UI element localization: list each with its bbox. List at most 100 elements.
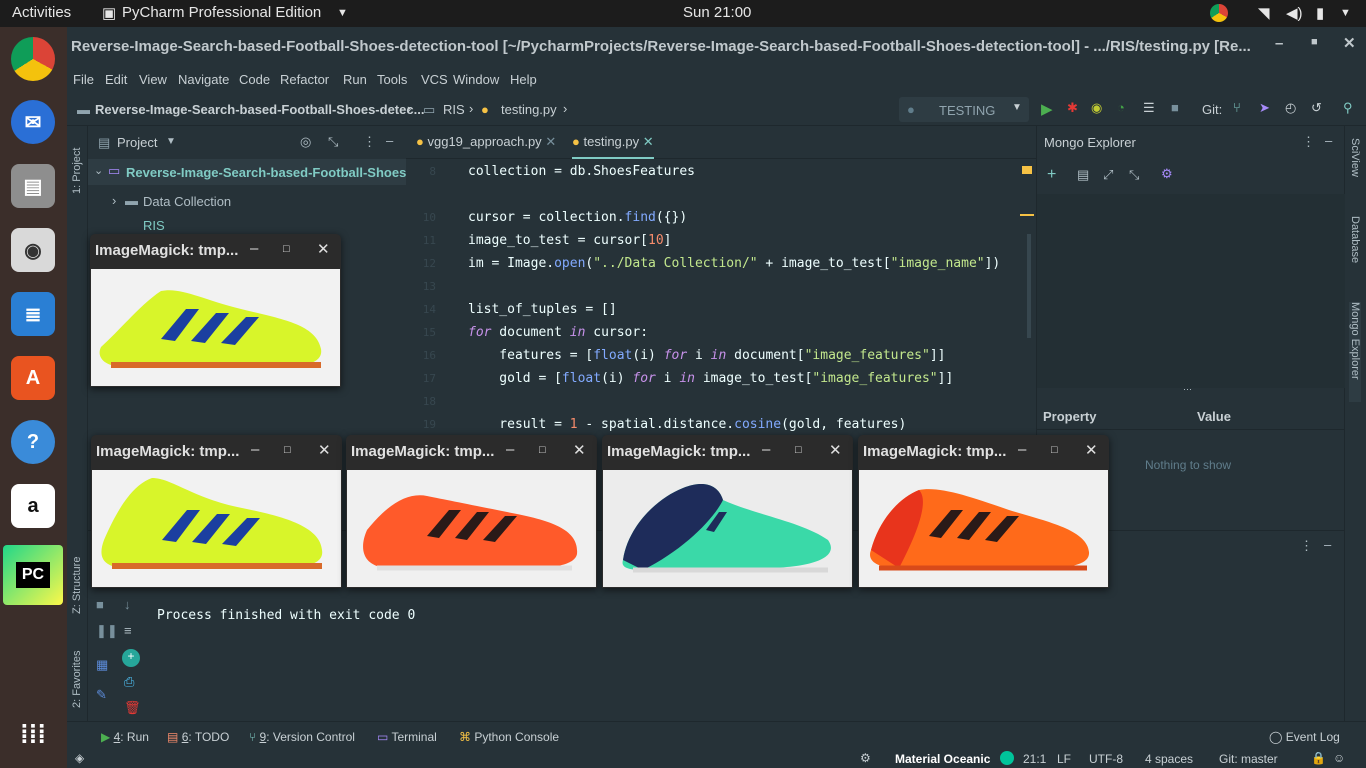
tree-root-row[interactable]: ⌄ ▭ Reverse-Image-Search-based-Football-…: [88, 159, 406, 185]
pause-icon[interactable]: ❚❚: [96, 623, 118, 639]
close-tab-icon[interactable]: ✕: [545, 134, 556, 149]
rhythmbox-icon[interactable]: ◉: [11, 228, 55, 272]
hide-panel-icon[interactable]: –: [386, 133, 393, 148]
inspector-icon[interactable]: ☺: [1333, 751, 1345, 765]
menu-refactor[interactable]: Refactor: [280, 72, 329, 87]
close-icon[interactable]: ✕: [1343, 34, 1356, 52]
encoding[interactable]: UTF-8: [1089, 752, 1123, 766]
close-icon[interactable]: ✕: [829, 441, 842, 459]
revert-icon[interactable]: ↺: [1311, 100, 1322, 116]
wifi-icon[interactable]: ◥: [1258, 4, 1270, 22]
menu-help[interactable]: Help: [510, 72, 537, 87]
coverage-icon[interactable]: ◉: [1091, 100, 1102, 116]
indent-setting[interactable]: 4 spaces: [1145, 752, 1193, 766]
minimize-icon[interactable]: –: [506, 441, 514, 458]
add-icon[interactable]: +: [1047, 166, 1056, 184]
maximize-icon[interactable]: □: [1051, 444, 1058, 456]
warning-marker[interactable]: [1022, 166, 1032, 174]
tab-vgg19[interactable]: ● vgg19_approach.py ✕: [416, 134, 556, 150]
collection-icon[interactable]: ▤: [1077, 167, 1089, 183]
scroll-to-end-icon[interactable]: ↓: [124, 597, 131, 612]
minimize-icon[interactable]: –: [762, 441, 770, 458]
volume-icon[interactable]: ◀): [1286, 4, 1303, 22]
todo-tab[interactable]: ▤ 6: TODO: [167, 730, 229, 744]
writer-icon[interactable]: ≣: [11, 292, 55, 336]
event-log[interactable]: ◯ Event Log: [1269, 730, 1340, 744]
concurrency-icon[interactable]: ☰: [1143, 100, 1155, 116]
pycharm-icon[interactable]: PC: [3, 545, 63, 605]
imagemagick-window[interactable]: ImageMagick: tmp... – □ ✕: [90, 234, 341, 387]
minimize-icon[interactable]: –: [250, 240, 258, 257]
imagemagick-window[interactable]: ImageMagick: tmp... – □ ✕: [346, 435, 597, 588]
clock[interactable]: Sun 21:00: [683, 4, 751, 21]
battery-icon[interactable]: ▮: [1316, 4, 1324, 22]
project-tool-button[interactable]: 1: Project: [71, 134, 83, 194]
maximize-icon[interactable]: □: [283, 243, 290, 255]
thunderbird-icon[interactable]: ✉: [11, 100, 55, 144]
more-options-icon[interactable]: ⋮: [1302, 134, 1315, 150]
git-update-icon[interactable]: ⑂: [1233, 100, 1241, 115]
close-icon[interactable]: ✕: [318, 441, 331, 459]
project-view-select[interactable]: Project: [117, 135, 157, 150]
debug-icon[interactable]: ✱: [1067, 100, 1078, 116]
maximize-icon[interactable]: □: [284, 444, 291, 456]
pin-icon[interactable]: ✎: [96, 687, 107, 703]
menu-code[interactable]: Code: [239, 72, 270, 87]
theme-indicator[interactable]: Material Oceanic: [895, 752, 990, 766]
help-icon[interactable]: ?: [11, 420, 55, 464]
show-apps-icon[interactable]: ⁞⁞⁞: [11, 712, 55, 756]
layout-icon[interactable]: ▦: [96, 657, 108, 673]
favorites-tool-button[interactable]: 2: Favorites: [71, 638, 83, 708]
stop-icon[interactable]: ■: [1171, 100, 1179, 115]
python-console-tab[interactable]: ⌘ Python Console: [459, 730, 559, 744]
minimize-icon[interactable]: –: [1275, 35, 1283, 52]
menu-tools[interactable]: Tools: [377, 72, 407, 87]
stop-icon[interactable]: ■: [96, 597, 104, 612]
expand-icon[interactable]: ⤢: [1103, 167, 1113, 183]
structure-tool-button[interactable]: Z: Structure: [71, 544, 83, 614]
more-options-icon[interactable]: ⋮: [363, 134, 376, 150]
more-options-icon[interactable]: ⋮: [1300, 538, 1313, 554]
menu-edit[interactable]: Edit: [105, 72, 127, 87]
amazon-icon[interactable]: a: [11, 484, 55, 528]
run-icon[interactable]: ▶: [1041, 100, 1053, 118]
chrome-tray-icon[interactable]: [1210, 4, 1228, 22]
locate-icon[interactable]: ◎: [300, 134, 311, 150]
imagemagick-window[interactable]: ImageMagick: tmp... – □ ✕: [602, 435, 853, 588]
app-menu[interactable]: PyCharm Professional Edition: [122, 4, 321, 21]
tree-item-data-collection[interactable]: › ▬ Data Collection: [88, 188, 406, 214]
close-icon[interactable]: ✕: [317, 240, 330, 258]
system-menu-chevron-icon[interactable]: ▼: [1340, 7, 1351, 19]
collapse-all-icon[interactable]: ⤡: [328, 134, 338, 150]
line-separator[interactable]: LF: [1057, 752, 1071, 766]
maximize-icon[interactable]: □: [795, 444, 802, 456]
mongo-explorer-tool-button[interactable]: Mongo Explorer: [1349, 302, 1361, 402]
python-console-icon[interactable]: +: [122, 649, 140, 667]
git-branch[interactable]: Git: master: [1219, 752, 1278, 766]
hide-panel-icon[interactable]: –: [1325, 133, 1332, 148]
database-tool-button[interactable]: Database: [1349, 216, 1361, 286]
close-icon[interactable]: ✕: [573, 441, 586, 459]
breadcrumb-folder[interactable]: RIS: [443, 102, 465, 117]
activities-button[interactable]: Activities: [12, 4, 71, 21]
close-tab-icon[interactable]: ✕: [643, 134, 654, 149]
mongo-tree[interactable]: [1037, 194, 1345, 388]
close-icon[interactable]: ✕: [1085, 441, 1098, 459]
run-config-select[interactable]: ● TESTING ▼: [899, 97, 1029, 122]
imagemagick-window[interactable]: ImageMagick: tmp... – □ ✕: [91, 435, 342, 588]
profile-icon[interactable]: ◔: [1117, 100, 1125, 115]
menu-view[interactable]: View: [139, 72, 167, 87]
sciview-tool-button[interactable]: SciView: [1349, 138, 1361, 198]
delete-icon[interactable]: 🗑: [124, 700, 141, 716]
run-tab[interactable]: ▶ 4: Run: [101, 730, 149, 744]
menu-vcs[interactable]: VCS: [421, 72, 448, 87]
search-icon[interactable]: ⚲: [1343, 100, 1353, 116]
imagemagick-window[interactable]: ImageMagick: tmp... – □ ✕: [858, 435, 1109, 588]
menu-window[interactable]: Window: [453, 72, 499, 87]
tree-item-ris[interactable]: RIS: [88, 220, 406, 234]
breadcrumb-project[interactable]: Reverse-Image-Search-based-Football-Shoe…: [95, 102, 424, 117]
lock-icon[interactable]: 🔒: [1311, 751, 1326, 765]
history-icon[interactable]: ◴: [1285, 100, 1296, 116]
minimize-icon[interactable]: –: [251, 441, 259, 458]
editor-scrollbar[interactable]: [1027, 234, 1031, 338]
